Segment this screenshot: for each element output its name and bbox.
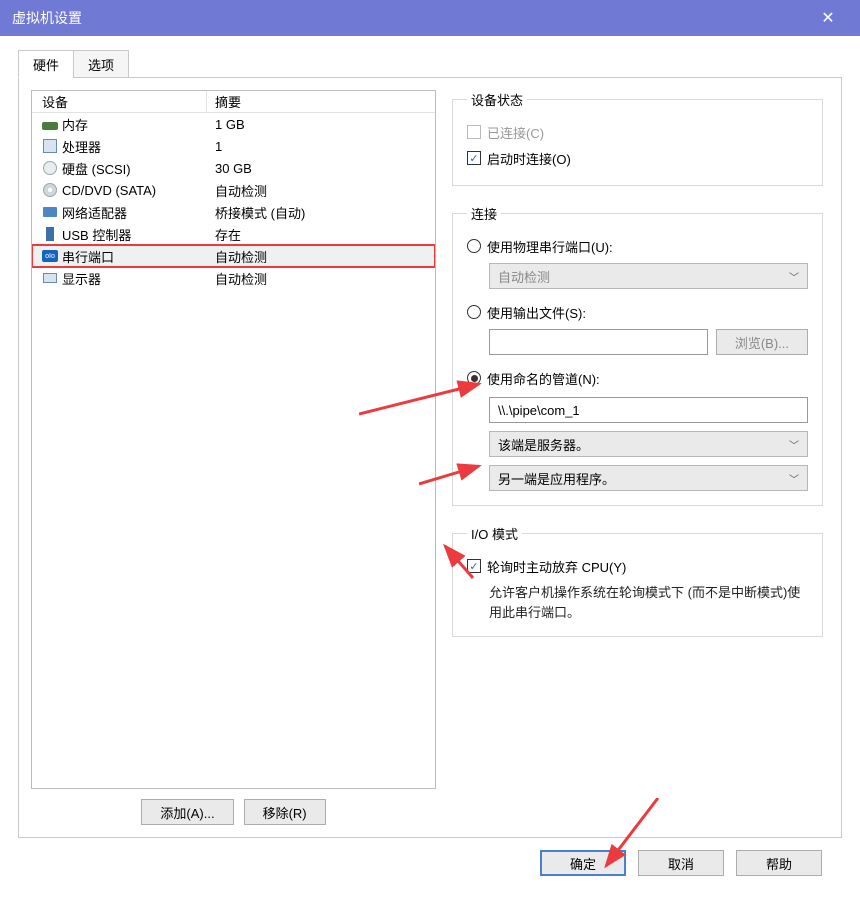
- device-row-network[interactable]: 网络适配器 桥接模式 (自动): [32, 201, 435, 223]
- use-output-label: 使用输出文件(S):: [487, 303, 586, 322]
- header-summary[interactable]: 摘要: [207, 92, 435, 111]
- connected-label: 已连接(C): [487, 123, 544, 142]
- pipe-path-value: \\.\pipe\com_1: [498, 403, 580, 418]
- device-row-memory[interactable]: 内存 1 GB: [32, 113, 435, 135]
- chevron-down-icon: ﹀: [789, 437, 799, 452]
- device-row-cd[interactable]: CD/DVD (SATA) 自动检测: [32, 179, 435, 201]
- io-mode-legend: I/O 模式: [467, 524, 522, 543]
- checkbox-icon: [467, 125, 481, 139]
- io-mode-desc: 允许客户机操作系统在轮询模式下 (而不是中断模式)使用此串行端口。: [489, 583, 808, 622]
- end-server-value: 该端是服务器。: [498, 435, 589, 454]
- radio-icon: [467, 305, 481, 319]
- connected-checkbox-row[interactable]: 已连接(C): [467, 119, 808, 145]
- chevron-down-icon: ﹀: [789, 471, 799, 486]
- other-end-value: 另一端是应用程序。: [498, 469, 615, 488]
- tab-options[interactable]: 选项: [73, 50, 129, 78]
- use-named-pipe-label: 使用命名的管道(N):: [487, 369, 600, 388]
- radio-checked-icon: [467, 371, 481, 385]
- checkbox-checked-icon: ✓: [467, 559, 481, 573]
- use-output-radio-row[interactable]: 使用输出文件(S):: [467, 299, 808, 325]
- cancel-button[interactable]: 取消: [638, 850, 724, 876]
- browse-button[interactable]: 浏览(B)...: [716, 329, 808, 355]
- radio-icon: [467, 239, 481, 253]
- device-row-disk[interactable]: 硬盘 (SCSI) 30 GB: [32, 157, 435, 179]
- chevron-down-icon: ﹀: [789, 269, 799, 284]
- device-list-header: 设备 摘要: [32, 91, 435, 113]
- other-end-select[interactable]: 另一端是应用程序。 ﹀: [489, 465, 808, 491]
- checkbox-checked-icon: ✓: [467, 151, 481, 165]
- end-server-select[interactable]: 该端是服务器。 ﹀: [489, 431, 808, 457]
- close-icon[interactable]: ✕: [808, 8, 848, 28]
- usb-icon: [42, 226, 58, 242]
- use-physical-radio-row[interactable]: 使用物理串行端口(U):: [467, 233, 808, 259]
- device-row-cpu[interactable]: 处理器 1: [32, 135, 435, 157]
- serial-icon: oIo: [42, 248, 58, 264]
- network-icon: [42, 204, 58, 220]
- physical-port-value: 自动检测: [498, 267, 550, 286]
- remove-button[interactable]: 移除(R): [244, 799, 326, 825]
- use-physical-label: 使用物理串行端口(U):: [487, 237, 613, 256]
- pipe-path-input[interactable]: \\.\pipe\com_1: [489, 397, 808, 423]
- disk-icon: [42, 160, 58, 176]
- tabs: 硬件 选项: [18, 50, 842, 78]
- io-mode-group: I/O 模式 ✓ 轮询时主动放弃 CPU(Y) 允许客户机操作系统在轮询模式下 …: [452, 524, 823, 637]
- device-row-usb[interactable]: USB 控制器 存在: [32, 223, 435, 245]
- connect-on-start-checkbox-row[interactable]: ✓ 启动时连接(O): [467, 145, 808, 171]
- device-list: 设备 摘要 内存 1 GB 处理器 1 硬盘 (SCSI) 30 GB: [31, 90, 436, 789]
- output-file-input[interactable]: [489, 329, 708, 355]
- yield-cpu-label: 轮询时主动放弃 CPU(Y): [487, 557, 626, 576]
- device-status-legend: 设备状态: [467, 90, 527, 109]
- help-button[interactable]: 帮助: [736, 850, 822, 876]
- footer: 确定 取消 帮助: [18, 838, 842, 888]
- header-device[interactable]: 设备: [32, 91, 207, 112]
- add-button[interactable]: 添加(A)...: [141, 799, 233, 825]
- physical-port-select[interactable]: 自动检测 ﹀: [489, 263, 808, 289]
- cd-icon: [42, 182, 58, 198]
- yield-cpu-checkbox-row[interactable]: ✓ 轮询时主动放弃 CPU(Y): [467, 553, 808, 579]
- memory-icon: [42, 116, 58, 132]
- connect-on-start-label: 启动时连接(O): [487, 149, 571, 168]
- display-icon: [42, 270, 58, 286]
- titlebar: 虚拟机设置 ✕: [0, 0, 860, 36]
- device-status-group: 设备状态 已连接(C) ✓ 启动时连接(O): [452, 90, 823, 186]
- ok-button[interactable]: 确定: [540, 850, 626, 876]
- connection-group: 连接 使用物理串行端口(U): 自动检测 ﹀ 使用输出文件(S):: [452, 204, 823, 506]
- cpu-icon: [42, 138, 58, 154]
- device-row-display[interactable]: 显示器 自动检测: [32, 267, 435, 289]
- window-title: 虚拟机设置: [12, 8, 808, 28]
- connection-legend: 连接: [467, 204, 501, 223]
- tab-hardware[interactable]: 硬件: [18, 50, 74, 78]
- use-named-pipe-radio-row[interactable]: 使用命名的管道(N):: [467, 365, 808, 391]
- device-row-serial[interactable]: oIo串行端口 自动检测: [32, 245, 435, 267]
